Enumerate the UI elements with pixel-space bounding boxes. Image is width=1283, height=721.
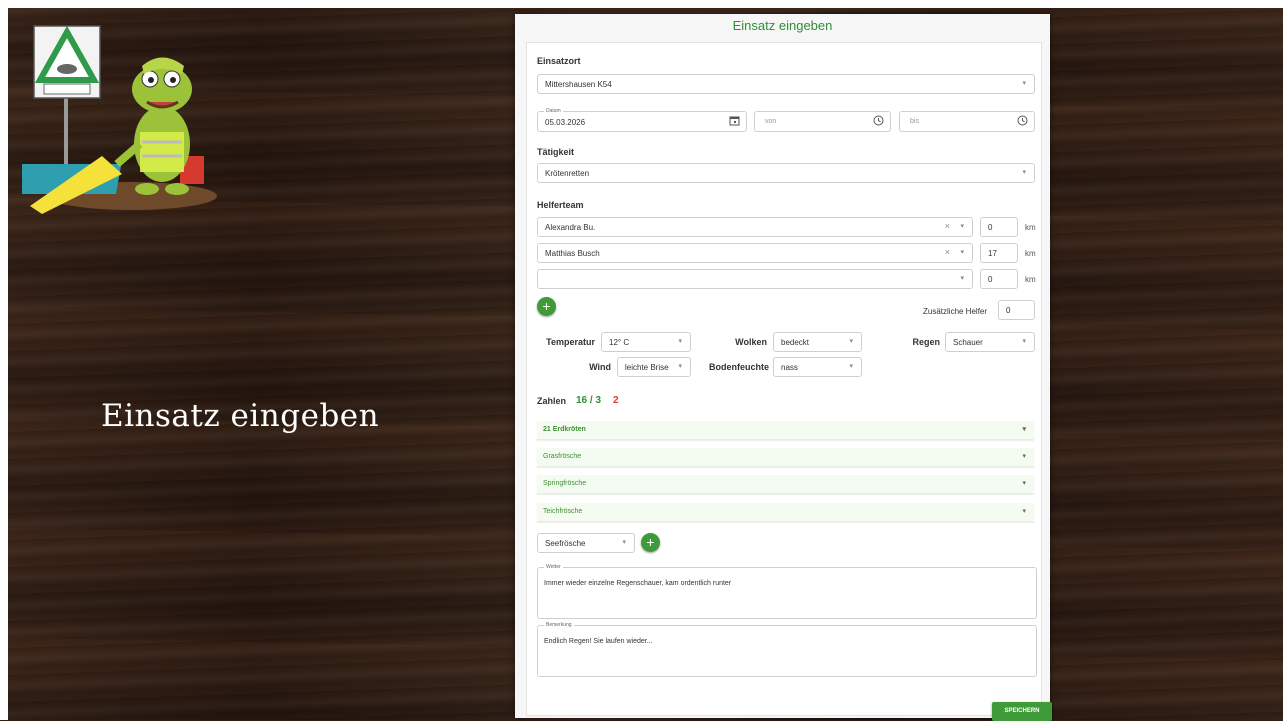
bemerkung-value: Endlich Regen! Sie laufen wieder... [544, 638, 653, 645]
zahlen-count: 16 / 3 [576, 395, 602, 406]
bemerkung-label: Bemerkung [544, 622, 574, 628]
wind-label: Wind [589, 362, 611, 372]
chevron-down-icon: ▾ [622, 539, 626, 546]
taetigkeit-select[interactable]: Krötenretten ▾ [537, 163, 1035, 183]
zusaetzliche-helfer-input[interactable]: 0 [998, 300, 1035, 320]
helfer-name: Matthias Busch [545, 249, 600, 258]
km-unit: km [1025, 249, 1036, 258]
zahlen-label: Zahlen [537, 396, 567, 406]
chevron-down-icon: ▾ [1022, 426, 1026, 433]
wolken-select[interactable]: bedeckt ▾ [773, 332, 862, 352]
helfer-select[interactable]: Matthias Busch × ▾ [537, 243, 973, 263]
chevron-down-icon: ▾ [960, 275, 964, 282]
chevron-down-icon: ▾ [678, 363, 682, 370]
form-panel: Einsatz eingeben Einsatzort Mittershause… [515, 14, 1052, 721]
slide-edge [0, 0, 8, 720]
helfer-name: Alexandra Bu. [545, 223, 596, 232]
species-label: Springfrösche [543, 480, 587, 487]
chevron-down-icon: ▾ [1022, 338, 1026, 345]
chevron-down-icon: ▾ [1022, 80, 1026, 87]
regen-label: Regen [912, 337, 940, 347]
plus-icon: + [646, 534, 655, 550]
chevron-down-icon: ▾ [1022, 453, 1026, 460]
panel-title: Einsatz eingeben [732, 18, 833, 33]
species-accordion[interactable]: Teichfrösche ▾ [537, 503, 1034, 522]
chevron-down-icon: ▾ [849, 363, 853, 370]
plus-icon: + [542, 298, 551, 314]
species-accordion[interactable]: Springfrösche ▾ [537, 475, 1034, 494]
wind-value: leichte Brise [625, 363, 669, 372]
helfer-km-input[interactable]: 17 [980, 243, 1018, 263]
add-helfer-button[interactable]: + [537, 297, 556, 316]
von-field[interactable]: von [754, 111, 891, 132]
km-unit: km [1025, 275, 1036, 284]
close-icon[interactable]: × [945, 247, 950, 257]
clock-icon[interactable] [873, 115, 884, 126]
chevron-down-icon: ▾ [960, 223, 964, 230]
datum-label: Datum [544, 108, 563, 114]
chevron-down-icon: ▾ [960, 249, 964, 256]
temperatur-label: Temperatur [546, 337, 595, 347]
von-placeholder: von [765, 118, 777, 125]
slide-edge [0, 0, 1283, 8]
km-unit: km [1025, 223, 1036, 232]
add-species-button[interactable]: + [641, 533, 660, 552]
wind-select[interactable]: leichte Brise ▾ [617, 357, 691, 377]
clock-icon[interactable] [1017, 115, 1028, 126]
species-accordion[interactable]: Grasfrösche ▾ [537, 448, 1034, 467]
datum-value: 05.03.2026 [545, 118, 586, 127]
wetter-text-label: Wetter [544, 564, 563, 570]
bodenfeuchte-value: nass [781, 363, 798, 372]
zahlen-extra: 2 [613, 395, 619, 406]
regen-value: Schauer [953, 338, 983, 347]
add-species-value: Seefrösche [545, 539, 586, 548]
helfer-km-input[interactable]: 0 [980, 217, 1018, 237]
add-species-select[interactable]: Seefrösche ▾ [537, 533, 635, 553]
wetter-text-value: Immer wieder einzelne Regenschauer, kam … [544, 580, 732, 587]
chevron-down-icon: ▾ [678, 338, 682, 345]
helfer-km-value: 17 [988, 249, 997, 258]
taetigkeit-value: Krötenretten [545, 169, 590, 178]
bis-field[interactable]: bis [899, 111, 1035, 132]
regen-select[interactable]: Schauer ▾ [945, 332, 1035, 352]
toad-mascot-logo [22, 25, 217, 214]
close-icon[interactable]: × [945, 221, 950, 231]
helferteam-label: Helferteam [537, 200, 584, 210]
chevron-down-icon: ▾ [849, 338, 853, 345]
species-accordion[interactable]: 21 Erdkröten ▾ [537, 421, 1034, 440]
wolken-label: Wolken [735, 337, 767, 347]
helfer-km-value: 0 [988, 223, 993, 232]
calendar-icon[interactable] [729, 115, 740, 126]
temperatur-select[interactable]: 12° C ▾ [601, 332, 691, 352]
bodenfeuchte-select[interactable]: nass ▾ [773, 357, 862, 377]
save-button[interactable]: SPEICHERN [992, 702, 1052, 721]
species-label: 21 Erdkröten [543, 426, 586, 433]
zusaetzliche-helfer-value: 0 [1006, 306, 1011, 315]
form-card: Einsatzort Mittershausen K54 ▾ Datum 05.… [526, 42, 1052, 721]
taetigkeit-label: Tätigkeit [537, 147, 575, 157]
helfer-km-input[interactable]: 0 [980, 269, 1018, 289]
einsatzort-label: Einsatzort [537, 56, 581, 66]
temperatur-value: 12° C [609, 338, 630, 347]
helfer-km-value: 0 [988, 275, 993, 284]
zusaetzliche-helfer-label: Zusätzliche Helfer [923, 307, 988, 316]
bemerkung-textarea[interactable]: Bemerkung Endlich Regen! Sie laufen wied… [537, 622, 1037, 677]
species-label: Grasfrösche [543, 453, 582, 460]
slide-title: Einsatz eingeben [101, 398, 380, 434]
einsatzort-value: Mittershausen K54 [545, 80, 612, 89]
wetter-textarea[interactable]: Wetter Immer wieder einzelne Regenschaue… [537, 564, 1037, 619]
chevron-down-icon: ▾ [1022, 169, 1026, 176]
helfer-select[interactable]: ▾ [537, 269, 973, 289]
helfer-select[interactable]: Alexandra Bu. × ▾ [537, 217, 973, 237]
chevron-down-icon: ▾ [1022, 480, 1026, 487]
species-label: Teichfrösche [543, 508, 583, 515]
datum-field[interactable]: Datum 05.03.2026 [537, 108, 747, 132]
chevron-down-icon: ▾ [1022, 508, 1026, 515]
bodenfeuchte-label: Bodenfeuchte [708, 362, 769, 372]
bis-placeholder: bis [910, 118, 919, 125]
wolken-value: bedeckt [781, 338, 810, 347]
einsatzort-select[interactable]: Mittershausen K54 ▾ [537, 74, 1035, 94]
